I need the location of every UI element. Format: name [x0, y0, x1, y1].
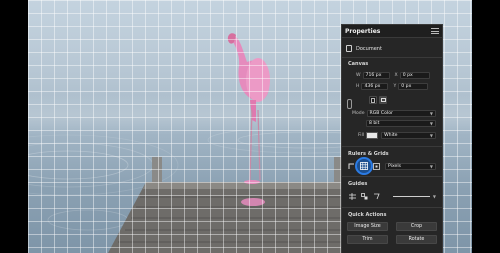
rotate-button[interactable]: Rotate [396, 235, 437, 244]
fill-select[interactable]: White ▼ [381, 132, 436, 139]
quick-actions-row-2: Trim Rotate [347, 235, 437, 244]
height-label: H [356, 84, 360, 89]
chevron-down-icon: ▼ [429, 133, 433, 138]
x-label: X [394, 73, 398, 78]
portrait-orientation-icon[interactable] [369, 96, 377, 104]
guides-section-title: Guides [348, 181, 368, 187]
divider [342, 176, 442, 177]
width-label: W [356, 73, 361, 78]
guides-icon[interactable] [347, 192, 357, 200]
panel-title: Properties [345, 27, 381, 35]
quick-actions-section-title: Quick Actions [348, 212, 387, 218]
height-y-row: H 436 px Y 0 px [356, 83, 436, 90]
chevron-down-icon: ▼ [429, 163, 433, 169]
document-label: Document [356, 45, 382, 52]
panel-header: Properties [342, 25, 442, 38]
properties-panel: Properties Document Canvas W 716 px X 0 … [341, 24, 443, 253]
document-row: Document [346, 45, 438, 52]
width-x-row: W 716 px X 0 px [356, 72, 436, 79]
y-label: Y [393, 84, 397, 89]
bit-depth-row: 8 bit ▼ [366, 120, 436, 127]
chevron-down-icon: ▼ [429, 121, 433, 126]
units-value: Pixels [388, 163, 402, 169]
divider [342, 207, 442, 208]
guide-color-icon[interactable] [371, 192, 381, 200]
y-field[interactable]: 0 px [398, 83, 429, 90]
crop-button[interactable]: Crop [396, 222, 437, 231]
guide-style-line[interactable] [393, 195, 430, 197]
landscape-orientation-icon[interactable] [379, 96, 387, 104]
fill-row: Fill White ▼ [358, 132, 436, 139]
grid-toggle-highlight[interactable] [355, 157, 373, 175]
fill-value: White [384, 133, 398, 138]
document-icon [346, 45, 352, 52]
units-select[interactable]: Pixels ▼ [385, 162, 436, 170]
image-size-button[interactable]: Image Size [347, 222, 388, 231]
guide-layout-icon[interactable] [359, 192, 369, 200]
divider [342, 146, 442, 147]
bit-depth-value: 8 bit [369, 121, 380, 126]
guides-row: ▼ [347, 192, 436, 200]
bit-depth-select[interactable]: 8 bit ▼ [366, 120, 436, 127]
orientation-row [369, 96, 438, 104]
chevron-down-icon: ▼ [429, 111, 433, 116]
quick-actions-row-1: Image Size Crop [347, 222, 437, 231]
app-frame: Properties Document Canvas W 716 px X 0 … [0, 0, 500, 253]
link-icon[interactable] [347, 99, 352, 109]
mode-value: RGB Color [369, 111, 393, 116]
width-field[interactable]: 716 px [362, 72, 390, 79]
panel-menu-icon[interactable] [431, 28, 439, 34]
mode-row: Mode RGB Color ▼ [352, 110, 436, 117]
canvas-section-title: Canvas [348, 61, 369, 67]
divider [342, 57, 442, 58]
rulers-grids-section-title: Rulers & Grids [348, 151, 389, 157]
grid-icon [360, 162, 368, 170]
fill-label: Fill [358, 133, 365, 138]
mode-select[interactable]: RGB Color ▼ [366, 110, 436, 117]
fill-color-swatch[interactable] [366, 132, 379, 139]
trim-button[interactable]: Trim [347, 235, 388, 244]
x-field[interactable]: 0 px [399, 72, 430, 79]
height-field[interactable]: 436 px [361, 83, 389, 90]
chevron-down-icon[interactable]: ▼ [433, 194, 436, 199]
mode-label: Mode [352, 111, 365, 116]
